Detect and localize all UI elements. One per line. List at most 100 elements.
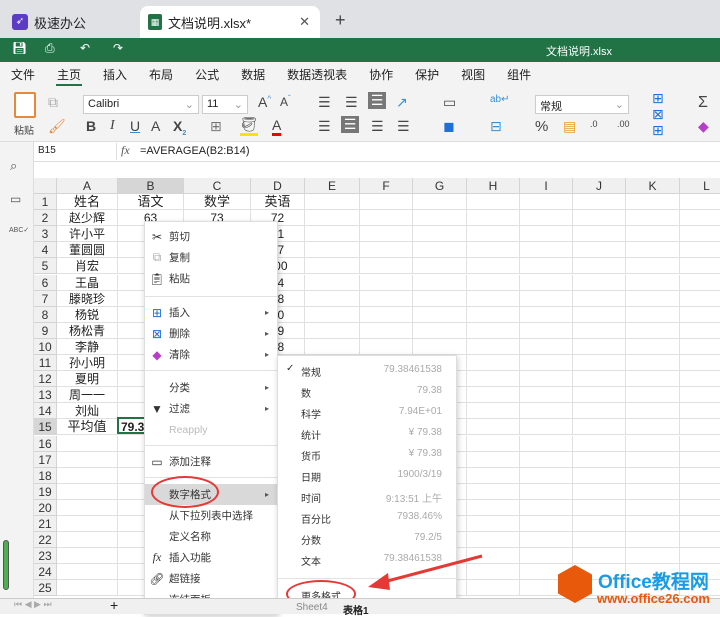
empty-cell[interactable] [413,306,467,323]
bold-icon[interactable]: B [86,118,96,134]
row-header-12[interactable]: 12 [34,371,57,388]
align-left-icon[interactable]: ☰ [318,118,331,135]
empty-cell[interactable] [467,532,520,549]
empty-cell[interactable] [467,403,520,420]
empty-cell[interactable] [57,499,118,516]
empty-cell[interactable] [573,290,626,307]
empty-cell[interactable] [520,338,573,355]
empty-cell[interactable] [57,532,118,549]
cell[interactable]: 夏明 [57,371,118,388]
empty-cell[interactable] [626,467,680,484]
menu-data[interactable]: 数据 [230,62,276,86]
empty-cell[interactable] [57,564,118,581]
empty-cell[interactable] [626,242,680,259]
empty-cell[interactable] [520,322,573,339]
empty-cell[interactable] [305,226,360,243]
empty-cell[interactable] [573,532,626,549]
menu-item-hyperlink[interactable]: 🔗︎ 超链接 [145,568,277,589]
new-tab-icon[interactable]: + [335,10,346,31]
empty-cell[interactable] [626,516,680,532]
empty-cell[interactable] [626,499,680,516]
empty-cell[interactable] [520,194,573,210]
format-option[interactable]: 分数 79.2/5 [278,528,456,549]
number-format-select[interactable]: 常规 ⌄ [535,95,629,114]
empty-cell[interactable] [57,451,118,468]
cell[interactable]: 杨松青 [57,322,118,339]
row-header-9[interactable]: 9 [34,322,57,339]
empty-cell[interactable] [57,548,118,565]
cell[interactable]: 孙小明 [57,355,118,371]
cell-style-icon[interactable]: ▭ [443,94,456,111]
empty-cell[interactable] [680,403,720,420]
empty-cell[interactable] [520,451,573,468]
row-header-19[interactable]: 19 [34,483,57,500]
format-cells-icon[interactable]: ⊞ [652,122,664,139]
empty-cell[interactable] [520,548,573,565]
empty-cell[interactable] [57,516,118,532]
empty-cell[interactable] [413,194,467,210]
empty-cell[interactable] [680,258,720,275]
empty-cell[interactable] [57,467,118,484]
empty-cell[interactable] [467,274,520,291]
comment-icon[interactable]: ▭ [10,192,21,206]
empty-cell[interactable] [305,210,360,227]
cell[interactable]: 滕晓珍 [57,290,118,307]
empty-cell[interactable] [680,226,720,243]
empty-cell[interactable] [680,275,720,291]
fill-color-icon[interactable]: 🪣︎ [240,116,258,136]
empty-cell[interactable] [680,291,720,307]
format-painter-icon[interactable]: 🖌︎ [48,118,66,135]
empty-cell[interactable] [626,548,680,565]
redo-icon[interactable]: ↷ [113,41,123,55]
row-header-6[interactable]: 6 [34,274,57,291]
empty-cell[interactable] [573,499,626,516]
print-icon[interactable]: ⎙ [45,41,55,56]
row-header-1[interactable]: 1 [34,194,57,210]
cell[interactable]: 杨锐 [57,306,118,323]
column-header-K[interactable]: K [626,178,680,194]
format-option[interactable]: 货币 ¥ 79.38 [278,444,456,465]
row-header-5[interactable]: 5 [34,258,57,275]
format-option[interactable]: 日期 1900/3/19 [278,465,456,486]
empty-cell[interactable] [680,532,720,549]
empty-cell[interactable] [680,516,720,532]
italic-icon[interactable]: I [110,118,115,134]
empty-cell[interactable] [573,355,626,371]
empty-cell[interactable] [413,338,467,355]
subscript-icon[interactable]: X2 [173,118,186,137]
empty-cell[interactable] [573,467,626,484]
close-icon[interactable]: ✕ [299,14,310,30]
empty-cell[interactable] [573,451,626,468]
menu-file[interactable]: 文件 [0,62,46,86]
empty-cell[interactable] [680,484,720,500]
row-header-7[interactable]: 7 [34,290,57,307]
empty-cell[interactable] [467,467,520,484]
empty-cell[interactable] [626,483,680,500]
empty-cell[interactable] [573,242,626,259]
menu-home[interactable]: 主页 [46,62,92,86]
menu-item-filter[interactable]: ▼ 过滤 ▸ [145,398,277,419]
accounting-icon[interactable]: ▤ [563,118,576,135]
save-icon[interactable]: 💾︎ [12,41,27,55]
cell[interactable]: 平均值 [57,419,118,436]
fx-icon[interactable]: fx [121,143,130,158]
empty-cell[interactable] [305,306,360,323]
align-middle-icon[interactable]: ☰ [345,94,358,111]
empty-cell[interactable] [680,500,720,516]
empty-cell[interactable] [520,355,573,371]
row-header-25[interactable]: 25 [34,580,57,597]
empty-cell[interactable] [626,290,680,307]
tab-document[interactable]: ▦ 文档说明.xlsx* ✕ [140,6,320,38]
row-header-21[interactable]: 21 [34,516,57,532]
empty-cell[interactable] [573,419,626,436]
empty-cell[interactable] [305,258,360,275]
empty-cell[interactable] [573,338,626,355]
select-all-corner[interactable] [34,178,57,194]
format-option[interactable]: 百分比 7938.46% [278,507,456,528]
empty-cell[interactable] [305,274,360,291]
justify-icon[interactable]: ☰ [397,118,410,135]
empty-cell[interactable] [520,210,573,227]
cell[interactable]: 肖宏 [57,258,118,275]
empty-cell[interactable] [520,516,573,532]
empty-cell[interactable] [467,242,520,259]
